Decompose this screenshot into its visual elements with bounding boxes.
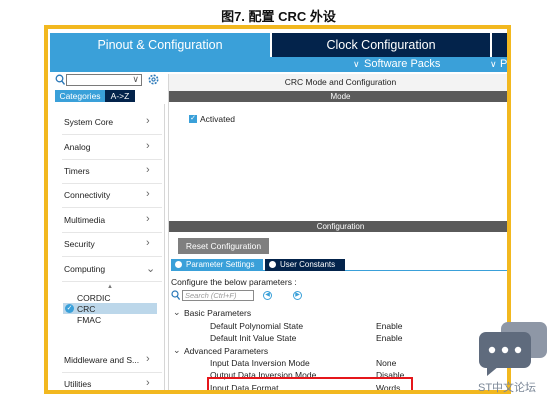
category-label: Utilities: [64, 379, 92, 389]
divider: [62, 134, 162, 135]
highlight-box: [207, 377, 413, 390]
parameter-tabs: Parameter Settings User Constants: [171, 259, 507, 271]
check-circle-icon: ✓: [65, 304, 74, 313]
group-advanced-parameters[interactable]: Advanced Parameters: [184, 346, 268, 356]
search-icon[interactable]: [55, 74, 65, 86]
tab-label: User Constants: [280, 260, 336, 269]
software-packs-menu[interactable]: Software Packs: [364, 57, 440, 72]
configure-instructions: Configure the below parameters :: [171, 277, 297, 287]
param-name: Input Data Inversion Mode: [210, 358, 310, 368]
check-circle-icon: [175, 261, 182, 268]
tab-label: Parameter Settings: [186, 260, 255, 269]
category-utilities[interactable]: Utilities ›: [55, 375, 165, 390]
chevron-right-icon: ›: [146, 213, 150, 225]
group-basic-parameters[interactable]: Basic Parameters: [184, 308, 251, 318]
category-system-core[interactable]: System Core ›: [55, 113, 165, 133]
reset-configuration-button[interactable]: Reset Configuration: [178, 238, 269, 254]
figure-caption: 图7. 配置 CRC 外设: [221, 9, 336, 24]
param-value[interactable]: None: [376, 358, 396, 368]
category-middleware[interactable]: Middleware and S... ›: [55, 351, 165, 371]
search-icon[interactable]: [171, 290, 180, 301]
app-window: Pinout & Configuration Clock Configurati…: [44, 25, 511, 394]
chevron-right-icon: ›: [146, 188, 150, 200]
category-label: Middleware and S...: [64, 355, 140, 365]
chevron-right-icon: ›: [146, 353, 150, 365]
az-sort-button[interactable]: A->Z: [105, 90, 135, 102]
chevron-right-icon: ›: [146, 115, 150, 127]
secondary-toolbar: ∨ Software Packs ∨ P: [50, 57, 507, 72]
divider: [62, 281, 162, 282]
chevron-right-icon: ›: [146, 140, 150, 152]
param-value[interactable]: Enable: [376, 333, 402, 343]
collapse-icon[interactable]: ⌄: [173, 307, 181, 318]
computing-item-cordic[interactable]: CORDIC: [77, 293, 111, 303]
gear-icon[interactable]: [147, 73, 160, 86]
category-timers[interactable]: Timers ›: [55, 162, 165, 182]
category-multimedia[interactable]: Multimedia ›: [55, 211, 165, 231]
collapse-icon[interactable]: ⌄: [173, 345, 181, 356]
chevron-right-icon: ›: [146, 377, 150, 389]
next-match-icon[interactable]: ▶: [293, 291, 302, 300]
category-analog[interactable]: Analog ›: [55, 138, 165, 158]
tab-clock-configuration[interactable]: Clock Configuration: [272, 33, 490, 57]
previous-match-icon[interactable]: ◀: [263, 291, 272, 300]
category-label: Timers: [64, 166, 90, 176]
category-label: Multimedia: [64, 215, 106, 225]
param-name: Default Init Value State: [210, 333, 297, 343]
panel-title: CRC Mode and Configuration: [169, 74, 507, 91]
divider: [62, 256, 162, 257]
parameter-search-input[interactable]: Search (Ctrl+F): [182, 290, 254, 301]
category-label: Analog: [64, 142, 91, 152]
activated-checkbox[interactable]: ✓: [189, 115, 197, 123]
chevron-down-icon: ∨: [490, 59, 497, 69]
param-name: Default Polynomial State: [210, 321, 304, 331]
chevron-down-icon: ⌄: [146, 263, 156, 275]
pinout-menu-truncated[interactable]: P: [500, 57, 507, 72]
sort-up-icon[interactable]: ▲: [107, 284, 113, 290]
divider: [62, 232, 162, 233]
category-label: Computing: [64, 264, 106, 274]
tab-overflow[interactable]: [492, 33, 507, 57]
divider: [62, 372, 162, 373]
chevron-down-icon: ∨: [353, 59, 360, 69]
category-label: Security: [64, 239, 95, 249]
category-label: System Core: [64, 117, 114, 127]
check-circle-icon: [269, 261, 276, 268]
category-search-input[interactable]: ∨: [66, 74, 142, 86]
divider: [62, 159, 162, 160]
computing-item-fmac[interactable]: FMAC: [77, 315, 101, 325]
configuration-header: Configuration: [169, 221, 507, 232]
chevron-right-icon: ›: [146, 164, 150, 176]
categories-button[interactable]: Categories: [55, 90, 105, 102]
divider: [62, 183, 162, 184]
chevron-right-icon: ›: [146, 237, 150, 249]
crc-configuration-panel: CRC Mode and Configuration Mode ✓ Activa…: [168, 74, 507, 390]
divider: [62, 207, 162, 208]
tab-user-constants[interactable]: User Constants: [265, 259, 345, 271]
category-list: System Core › Analog › Timers › Connecti…: [55, 104, 165, 390]
category-connectivity[interactable]: Connectivity ›: [55, 186, 165, 206]
watermark-text: ST中文论坛: [478, 382, 537, 394]
category-label: Connectivity: [64, 190, 111, 200]
tab-parameter-settings[interactable]: Parameter Settings: [171, 259, 263, 271]
activated-label: Activated: [200, 114, 235, 124]
category-computing[interactable]: Computing ⌄: [55, 260, 165, 280]
category-security[interactable]: Security ›: [55, 235, 165, 255]
chevron-down-icon[interactable]: ∨: [132, 74, 139, 85]
mode-header: Mode: [169, 91, 507, 102]
computing-item-crc[interactable]: CRC: [77, 304, 95, 314]
chat-bubble-icon: [479, 322, 547, 376]
tab-pinout-configuration[interactable]: Pinout & Configuration: [50, 33, 270, 57]
param-value[interactable]: Enable: [376, 321, 402, 331]
